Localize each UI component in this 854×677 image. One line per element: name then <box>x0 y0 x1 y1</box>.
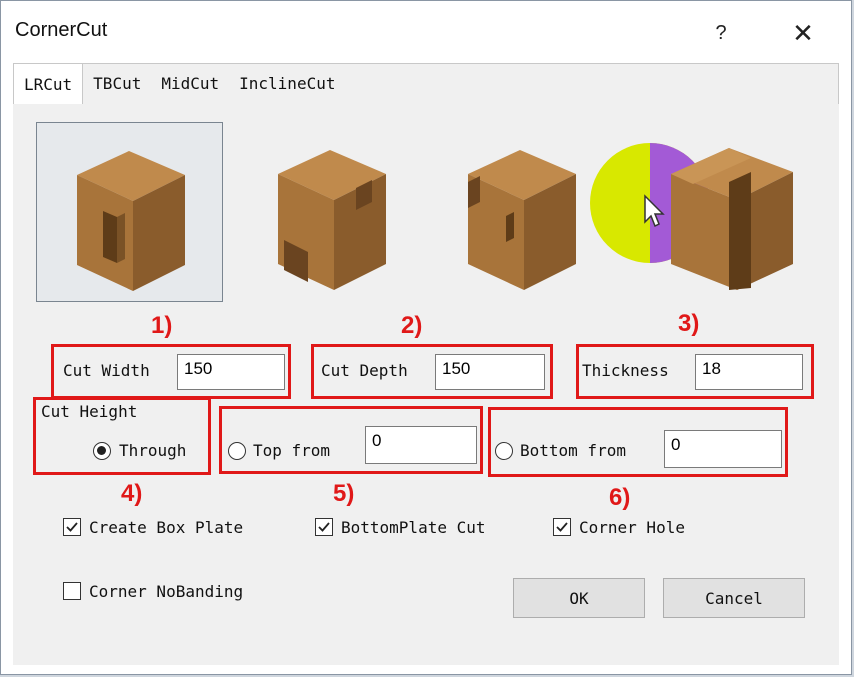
ok-button[interactable]: OK <box>513 578 645 618</box>
cut-depth-input[interactable]: 150 <box>435 354 545 390</box>
corner-nobanding-checkbox[interactable] <box>63 582 81 600</box>
window-title: CornerCut <box>15 19 108 41</box>
create-box-plate-label[interactable]: Create Box Plate <box>89 518 243 537</box>
checkmark-icon <box>66 522 78 532</box>
tab-lrcut[interactable]: LRCut <box>13 63 84 105</box>
annotation-3: 3) <box>678 310 700 337</box>
corner-style-option-4[interactable] <box>641 122 826 300</box>
checkmark-icon <box>556 522 568 532</box>
annotation-2: 2) <box>401 312 423 339</box>
cut-width-input[interactable]: 150 <box>177 354 285 390</box>
tab-midcut[interactable]: MidCut <box>151 63 229 103</box>
thickness-label: Thickness <box>582 361 669 380</box>
tab-inclinecut[interactable]: InclineCut <box>229 63 345 103</box>
cut-depth-label: Cut Depth <box>321 361 408 380</box>
create-box-plate-checkbox[interactable] <box>63 518 81 536</box>
cancel-button[interactable]: Cancel <box>663 578 805 618</box>
annotation-5: 5) <box>333 480 355 507</box>
bottom-from-radio[interactable] <box>495 442 513 460</box>
through-label[interactable]: Through <box>119 441 186 460</box>
annotation-4: 4) <box>121 480 143 507</box>
bottomplate-cut-checkbox[interactable] <box>315 518 333 536</box>
help-button[interactable]: ? <box>701 15 741 51</box>
bottom-from-input[interactable]: 0 <box>664 430 782 468</box>
annotation-1: 1) <box>151 312 173 339</box>
through-radio[interactable] <box>93 442 111 460</box>
title-bar[interactable]: CornerCut ? ✕ <box>1 1 851 61</box>
box-corner-open-icon <box>278 150 386 290</box>
thickness-input[interactable]: 18 <box>695 354 803 390</box>
bottom-from-label[interactable]: Bottom from <box>520 441 626 460</box>
box-corner-cut-icon <box>671 148 793 290</box>
checkmark-icon <box>318 522 330 532</box>
tab-tbcut[interactable]: TBCut <box>83 63 151 103</box>
corner-hole-checkbox[interactable] <box>553 518 571 536</box>
corner-nobanding-label[interactable]: Corner NoBanding <box>89 582 243 601</box>
box-corner-notch-icon <box>77 151 185 291</box>
top-from-input[interactable]: 0 <box>365 426 477 464</box>
close-button[interactable]: ✕ <box>781 15 825 51</box>
corner-style-option-2[interactable] <box>238 122 423 300</box>
top-from-radio[interactable] <box>228 442 246 460</box>
corner-style-option-1[interactable] <box>36 122 223 302</box>
cut-height-label: Cut Height <box>41 402 138 421</box>
corner-hole-label[interactable]: Corner Hole <box>579 518 685 537</box>
lrcut-panel: 1) 2) 3) Cut Width 150 Cut Depth 150 Thi… <box>13 104 839 665</box>
bottomplate-cut-label[interactable]: BottomPlate Cut <box>341 518 486 537</box>
top-from-label[interactable]: Top from <box>253 441 330 460</box>
cornercut-dialog: CornerCut ? ✕ LRCut TBCut MidCut Incline… <box>0 0 852 675</box>
cut-width-label: Cut Width <box>63 361 150 380</box>
tab-strip: LRCut TBCut MidCut InclineCut <box>13 63 345 105</box>
annotation-6: 6) <box>609 484 631 511</box>
